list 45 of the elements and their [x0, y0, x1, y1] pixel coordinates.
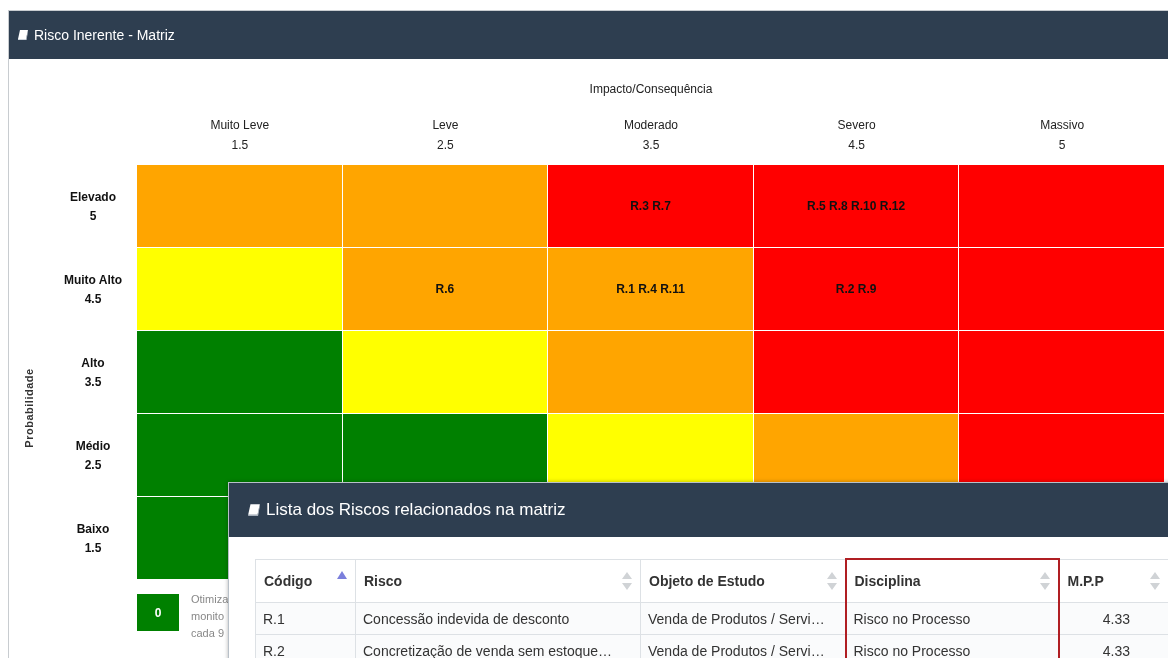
column-header[interactable]: Disciplina	[845, 559, 1059, 603]
column-header: Massivo 5	[1039, 117, 1086, 154]
axis-title: Probabilidade	[23, 367, 35, 448]
table-cell: 4.33	[1058, 602, 1168, 635]
column-header: Moderado 3.5	[622, 117, 679, 154]
sort-icon[interactable]	[1039, 572, 1050, 590]
row-header: Médio 2.5	[74, 437, 112, 474]
table-cell: Venda de Produtos / Servi…	[640, 634, 846, 658]
sort-icon[interactable]	[622, 571, 632, 590]
table-cell: Concretização de venda sem estoque…	[355, 634, 641, 658]
row-header: Alto 3.5	[80, 354, 106, 391]
table-cell: Concessão indevida de desconto	[355, 602, 641, 635]
table-cell: R.2	[255, 634, 356, 658]
column-header[interactable]: Risco	[355, 559, 641, 603]
sort-icon[interactable]	[826, 571, 837, 590]
book-icon	[247, 503, 261, 517]
matrix-cell: R.3 R.7	[548, 165, 754, 248]
table-cell: R.1	[255, 602, 356, 635]
row-header: Baixo 1.5	[75, 520, 111, 557]
column-header[interactable]: Objeto de Estudo	[640, 559, 846, 603]
sort-icon[interactable]	[1150, 571, 1160, 590]
row-header: Elevado 5	[69, 188, 117, 225]
legend-text: monito	[191, 609, 226, 624]
column-header: Severo 4.5	[836, 117, 877, 154]
matrix-cell: R.2 R.9	[753, 248, 960, 331]
matrix-cell: R.6	[342, 248, 549, 331]
column-header[interactable]: M.P.P	[1058, 559, 1168, 603]
count-badge: 0	[137, 594, 179, 631]
matrix-cell: R.5 R.8 R.10 R.12	[753, 165, 960, 248]
dialog-header: Lista dos Riscos relacionados na matriz	[229, 483, 1168, 537]
column-header: Muito Leve 1.5	[209, 117, 271, 154]
column-header[interactable]: Código	[255, 559, 356, 603]
table-cell: Venda de Produtos / Servi…	[640, 602, 846, 635]
legend-text: cada 9	[191, 626, 226, 641]
legend-text: Otimiza	[191, 592, 229, 607]
table-cell: Risco no Processo	[845, 602, 1059, 635]
row-header: Muito Alto 4.5	[62, 271, 124, 308]
table-cell: Risco no Processo	[845, 634, 1059, 658]
axis-title: Impacto/Consequência	[589, 81, 713, 96]
sort-ascending-icon[interactable]	[337, 570, 347, 579]
table-cell: 4.33	[1058, 634, 1168, 658]
panel-header: Risco Inerente - Matriz	[9, 11, 1168, 59]
matrix-cell: R.1 R.4 R.11	[548, 248, 754, 331]
book-icon	[17, 29, 29, 41]
column-header: Leve 2.5	[431, 117, 460, 154]
